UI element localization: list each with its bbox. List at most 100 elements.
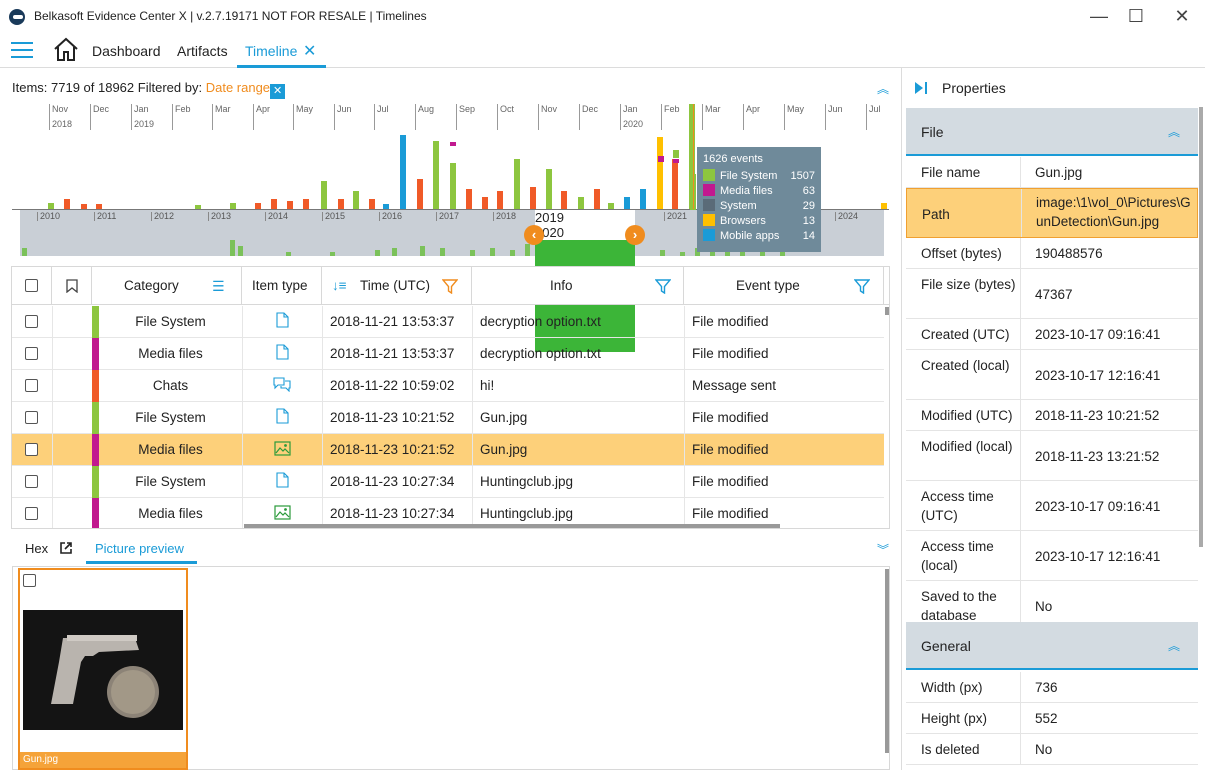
histogram-bar[interactable] [482,197,488,209]
tab-picture-preview[interactable]: Picture preview [95,541,184,556]
histogram-bar[interactable] [287,201,293,209]
column-item-type[interactable]: Item type [242,267,322,305]
histogram-bar[interactable] [514,159,520,209]
maximize-button[interactable]: ☐ [1122,4,1150,28]
property-row[interactable]: Created (local) 2023-10-17 12:16:41 [906,350,1198,400]
grid-horizontal-scrollbar[interactable] [244,524,780,528]
property-row[interactable]: File name Gun.jpg [906,157,1198,188]
thumbnail-card[interactable]: Gun.jpg [18,568,188,770]
histogram-bar[interactable] [624,197,630,209]
histogram-bar[interactable] [594,189,600,209]
row-checkbox[interactable] [25,443,38,456]
grid-vertical-scrollbar[interactable] [885,307,889,315]
table-row[interactable]: Chats 2018-11-22 10:59:02 hi! Message sent [12,370,884,402]
property-row[interactable]: Access time (UTC) 2023-10-17 09:16:41 [906,481,1198,531]
histogram-bar[interactable] [578,197,584,209]
property-row[interactable]: Access time (local) 2023-10-17 12:16:41 [906,531,1198,581]
table-row[interactable]: File System 2018-11-21 13:53:37 decryption… [12,306,884,338]
preview-scrollbar[interactable] [885,569,889,753]
row-checkbox[interactable] [25,315,38,328]
histogram-bar[interactable] [450,163,456,209]
histogram-bar[interactable] [608,203,614,209]
histogram-bar[interactable] [497,191,503,209]
histogram-bar[interactable] [657,137,663,209]
histogram-bar[interactable] [303,199,309,209]
expand-pane-icon[interactable]: ︾ [877,541,889,558]
tab-hex[interactable]: Hex [25,541,48,556]
tab-timeline[interactable]: Timeline [245,43,297,59]
filter-info-icon[interactable] [655,279,671,294]
histogram-bar[interactable] [546,169,552,209]
collapse-file-icon[interactable]: ︽ [1168,123,1180,140]
menu-artifacts[interactable]: Artifacts [177,43,228,59]
row-checkbox[interactable] [25,507,38,520]
property-row[interactable]: File size (bytes) 47367 [906,269,1198,319]
histogram-bar[interactable] [417,179,423,209]
histogram-bar[interactable] [353,191,359,209]
table-row[interactable]: File System 2018-11-23 10:21:52 Gun.jpg Fil… [12,402,884,434]
histogram-bar[interactable] [271,199,277,209]
home-icon[interactable] [52,35,80,66]
collapse-panel-icon[interactable] [914,81,928,95]
histogram-bar[interactable] [466,189,472,209]
column-event-type[interactable]: Event type [684,267,884,305]
histogram-bar[interactable] [881,203,887,209]
row-checkbox[interactable] [25,411,38,424]
collapse-chart-icon[interactable]: ︽ [877,80,889,97]
table-row[interactable]: Media files 2018-11-23 10:21:52 Gun.jpg Fil… [12,434,884,466]
hamburger-menu-icon[interactable] [11,42,33,58]
histogram-bar[interactable] [369,199,375,209]
property-row[interactable]: Is deleted No [906,734,1198,765]
close-button[interactable]: ✕ [1168,4,1196,28]
properties-scrollbar[interactable] [1199,107,1203,547]
property-row[interactable]: Modified (UTC) 2018-11-23 10:21:52 [906,400,1198,431]
prev-range-icon[interactable]: ‹ [524,225,544,245]
histogram-bar[interactable] [64,199,70,209]
histogram-bar[interactable] [433,141,439,209]
list-view-icon[interactable]: ☰ [212,267,225,305]
select-all-checkbox[interactable] [25,279,38,292]
histogram-bar[interactable] [321,181,327,209]
histogram-bar[interactable] [81,204,87,209]
filter-event-icon[interactable] [854,279,870,294]
collapse-general-icon[interactable]: ︽ [1168,637,1180,654]
open-external-icon[interactable] [59,541,73,555]
histogram-bar[interactable] [672,159,678,209]
section-general[interactable]: General ︽ [906,622,1198,670]
histogram-bar[interactable] [561,191,567,209]
row-checkbox[interactable] [25,347,38,360]
table-row[interactable]: File System 2018-11-23 10:27:34 Huntingclu… [12,466,884,498]
column-info[interactable]: Info [472,267,684,305]
property-row[interactable]: Height (px) 552 [906,703,1198,734]
property-row[interactable]: Created (UTC) 2023-10-17 09:16:41 [906,319,1198,350]
column-time[interactable]: ↓≡ Time (UTC) [322,267,472,305]
property-row[interactable]: Modified (local) 2018-11-23 13:21:52 [906,431,1198,481]
property-row[interactable]: Path image:\1\vol_0\Pictures\GunDetection… [906,188,1198,238]
property-row[interactable]: Offset (bytes) 190488576 [906,238,1198,269]
histogram-bar[interactable] [400,135,406,209]
histogram-bar[interactable] [338,199,344,209]
filter-time-icon[interactable] [442,279,458,294]
filter-date-range[interactable]: Date range [206,80,270,95]
histogram-bar[interactable] [383,204,389,209]
histogram-bar[interactable] [230,203,236,209]
histogram-bar[interactable] [640,189,646,209]
menu-dashboard[interactable]: Dashboard [92,43,161,59]
overview-selection-window[interactable]: 2019 2020 [535,210,635,352]
section-file[interactable]: File ︽ [906,108,1198,156]
thumbnail-checkbox[interactable] [23,574,36,587]
next-range-icon[interactable]: › [625,225,645,245]
header-bookmark[interactable] [52,267,92,305]
row-checkbox[interactable] [25,379,38,392]
column-category[interactable]: Category ☰ [92,267,242,305]
row-checkbox[interactable] [25,475,38,488]
minimize-button[interactable]: — [1085,4,1113,28]
table-row[interactable]: Media files 2018-11-21 13:53:37 decryption… [12,338,884,370]
histogram-bar[interactable] [96,204,102,209]
histogram-bar[interactable] [48,203,54,209]
sort-desc-icon[interactable]: ↓≡ [332,267,347,305]
close-tab-icon[interactable]: ✕ [303,41,316,61]
histogram-bar[interactable] [255,203,261,209]
property-row[interactable]: Width (px) 736 [906,672,1198,703]
histogram-bar[interactable] [195,205,201,209]
